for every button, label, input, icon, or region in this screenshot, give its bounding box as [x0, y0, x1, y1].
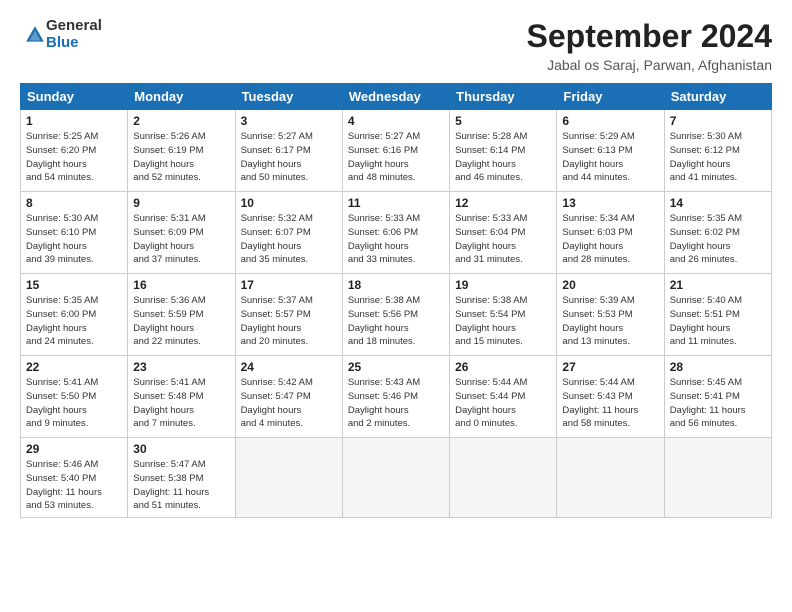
week-row-2: 8 Sunrise: 5:30 AMSunset: 6:10 PMDayligh… — [21, 192, 772, 274]
day-8: 8 Sunrise: 5:30 AMSunset: 6:10 PMDayligh… — [21, 192, 128, 274]
day-23: 23 Sunrise: 5:41 AMSunset: 5:48 PMDaylig… — [128, 356, 235, 438]
day-28: 28 Sunrise: 5:45 AMSunset: 5:41 PMDaylig… — [664, 356, 771, 438]
day-11: 11 Sunrise: 5:33 AMSunset: 6:06 PMDaylig… — [342, 192, 449, 274]
header-tuesday: Tuesday — [235, 84, 342, 110]
day-7: 7 Sunrise: 5:30 AMSunset: 6:12 PMDayligh… — [664, 110, 771, 192]
header-sunday: Sunday — [21, 84, 128, 110]
day-2: 2 Sunrise: 5:26 AMSunset: 6:19 PMDayligh… — [128, 110, 235, 192]
logo-icon — [24, 24, 46, 46]
week-row-5: 29 Sunrise: 5:46 AMSunset: 5:40 PMDaylig… — [21, 438, 772, 518]
day-empty-4 — [557, 438, 664, 518]
week-row-4: 22 Sunrise: 5:41 AMSunset: 5:50 PMDaylig… — [21, 356, 772, 438]
day-21: 21 Sunrise: 5:40 AMSunset: 5:51 PMDaylig… — [664, 274, 771, 356]
day-16: 16 Sunrise: 5:36 AMSunset: 5:59 PMDaylig… — [128, 274, 235, 356]
header-monday: Monday — [128, 84, 235, 110]
logo-general: General — [46, 18, 102, 35]
calendar-table: Sunday Monday Tuesday Wednesday Thursday… — [20, 83, 772, 518]
page: General Blue September 2024 Jabal os Sar… — [0, 0, 792, 612]
day-30: 30 Sunrise: 5:47 AMSunset: 5:38 PMDaylig… — [128, 438, 235, 518]
header-saturday: Saturday — [664, 84, 771, 110]
day-19: 19 Sunrise: 5:38 AMSunset: 5:54 PMDaylig… — [450, 274, 557, 356]
day-27: 27 Sunrise: 5:44 AMSunset: 5:43 PMDaylig… — [557, 356, 664, 438]
logo: General Blue — [20, 18, 102, 51]
day-3: 3 Sunrise: 5:27 AMSunset: 6:17 PMDayligh… — [235, 110, 342, 192]
day-24: 24 Sunrise: 5:42 AMSunset: 5:47 PMDaylig… — [235, 356, 342, 438]
day-empty-3 — [450, 438, 557, 518]
day-17: 17 Sunrise: 5:37 AMSunset: 5:57 PMDaylig… — [235, 274, 342, 356]
day-12: 12 Sunrise: 5:33 AMSunset: 6:04 PMDaylig… — [450, 192, 557, 274]
day-10: 10 Sunrise: 5:32 AMSunset: 6:07 PMDaylig… — [235, 192, 342, 274]
week-row-3: 15 Sunrise: 5:35 AMSunset: 6:00 PMDaylig… — [21, 274, 772, 356]
day-13: 13 Sunrise: 5:34 AMSunset: 6:03 PMDaylig… — [557, 192, 664, 274]
week-row-1: 1 Sunrise: 5:25 AMSunset: 6:20 PMDayligh… — [21, 110, 772, 192]
location: Jabal os Saraj, Parwan, Afghanistan — [527, 57, 772, 73]
day-26: 26 Sunrise: 5:44 AMSunset: 5:44 PMDaylig… — [450, 356, 557, 438]
header-wednesday: Wednesday — [342, 84, 449, 110]
day-25: 25 Sunrise: 5:43 AMSunset: 5:46 PMDaylig… — [342, 356, 449, 438]
logo-blue: Blue — [46, 35, 102, 52]
header-friday: Friday — [557, 84, 664, 110]
day-14: 14 Sunrise: 5:35 AMSunset: 6:02 PMDaylig… — [664, 192, 771, 274]
day-15: 15 Sunrise: 5:35 AMSunset: 6:00 PMDaylig… — [21, 274, 128, 356]
day-empty-1 — [235, 438, 342, 518]
day-29: 29 Sunrise: 5:46 AMSunset: 5:40 PMDaylig… — [21, 438, 128, 518]
day-empty-5 — [664, 438, 771, 518]
header-thursday: Thursday — [450, 84, 557, 110]
day-empty-2 — [342, 438, 449, 518]
logo-text: General Blue — [46, 18, 102, 51]
day-4: 4 Sunrise: 5:27 AMSunset: 6:16 PMDayligh… — [342, 110, 449, 192]
header: General Blue September 2024 Jabal os Sar… — [20, 18, 772, 73]
day-18: 18 Sunrise: 5:38 AMSunset: 5:56 PMDaylig… — [342, 274, 449, 356]
day-5: 5 Sunrise: 5:28 AMSunset: 6:14 PMDayligh… — [450, 110, 557, 192]
month-title: September 2024 — [527, 18, 772, 55]
day-1: 1 Sunrise: 5:25 AMSunset: 6:20 PMDayligh… — [21, 110, 128, 192]
weekday-header-row: Sunday Monday Tuesday Wednesday Thursday… — [21, 84, 772, 110]
title-block: September 2024 Jabal os Saraj, Parwan, A… — [527, 18, 772, 73]
day-20: 20 Sunrise: 5:39 AMSunset: 5:53 PMDaylig… — [557, 274, 664, 356]
day-6: 6 Sunrise: 5:29 AMSunset: 6:13 PMDayligh… — [557, 110, 664, 192]
day-22: 22 Sunrise: 5:41 AMSunset: 5:50 PMDaylig… — [21, 356, 128, 438]
day-9: 9 Sunrise: 5:31 AMSunset: 6:09 PMDayligh… — [128, 192, 235, 274]
